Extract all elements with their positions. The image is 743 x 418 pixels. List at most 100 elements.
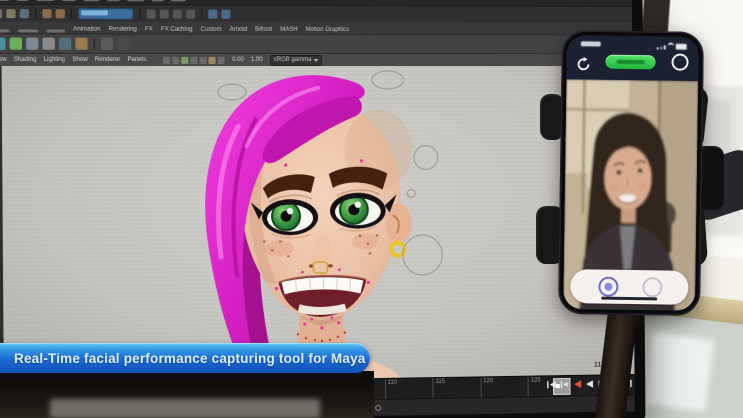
viewport-menu-bar: View Shading Lighting Show Renderer Pane… (0, 52, 633, 67)
viewport-menu-lighting[interactable]: Lighting (44, 57, 66, 63)
file-save-icon[interactable] (19, 8, 30, 18)
menu-text-smudge (36, 0, 55, 1)
mute-dot-icon[interactable] (375, 404, 382, 411)
app-bottom-bar (570, 269, 689, 305)
shelf-tab-fx-caching[interactable]: FX Caching (161, 27, 193, 33)
go-to-start-button[interactable] (546, 379, 556, 389)
window-pane-reflection (643, 332, 715, 412)
colorspace-dropdown[interactable]: sRGB gamma (269, 54, 323, 66)
menu-text-smudge (170, 0, 186, 2)
viewport-texture-icon[interactable] (190, 56, 198, 64)
menu-text-smudge (61, 0, 77, 1)
viewport-light-icon[interactable] (199, 56, 207, 64)
menu-text-smudge (0, 0, 10, 1)
selection-highlight (81, 9, 108, 15)
ipr-render-icon[interactable] (221, 9, 231, 19)
avatar-toggle-button[interactable] (598, 276, 619, 297)
shelf-tab-bar: Animation Rendering FX FX Caching Custom… (0, 21, 633, 35)
menu-text-smudge (151, 0, 164, 2)
viewport-menu-panels[interactable]: Panels (127, 57, 146, 63)
chevron-down-icon (314, 58, 319, 62)
toolbar-divider (70, 7, 73, 19)
snap-grid-icon[interactable] (146, 8, 156, 19)
shelf-cube-icon[interactable] (9, 37, 23, 50)
colorspace-label: sRGB gamma (273, 56, 312, 63)
signal-icon (660, 46, 663, 50)
shelf-tab-rendering[interactable]: Rendering (109, 27, 137, 33)
shelf-tab-smudge (46, 28, 66, 33)
viewport-menu-show[interactable]: Show (72, 57, 87, 63)
viewport-cam-icon[interactable] (163, 56, 171, 64)
undo-icon[interactable] (42, 8, 52, 18)
shelf-icon-row (0, 33, 633, 54)
snap-curve-icon[interactable] (159, 9, 169, 19)
shelf-tool-icon[interactable] (117, 37, 130, 50)
shelf-plane-icon[interactable] (42, 37, 55, 50)
status-bar-icons (656, 42, 687, 50)
camera-feed (563, 79, 699, 311)
shelf-sphere-icon[interactable] (0, 37, 6, 50)
viewport-grid-icon[interactable] (172, 56, 180, 64)
character-head-model[interactable] (167, 66, 469, 385)
render-icon[interactable] (208, 9, 218, 19)
step-back-frame-button[interactable] (559, 379, 569, 389)
shelf-tab-bifrost[interactable]: Bifrost (255, 27, 272, 33)
shelf-tab-custom[interactable]: Custom (201, 27, 222, 33)
viewport-isolate-icon[interactable] (217, 56, 226, 64)
record-ring-button[interactable] (671, 53, 689, 71)
shelf-tab-animation[interactable]: Animation (73, 26, 100, 32)
shelf-tab-motion-graphics[interactable]: Motion Graphics (306, 27, 350, 33)
home-indicator[interactable] (601, 296, 658, 301)
desk-surface (50, 399, 320, 418)
shelf-divider (93, 38, 95, 50)
shelf-cylinder-icon[interactable] (26, 37, 39, 50)
gamma-value[interactable]: 1.00 (251, 57, 263, 63)
snap-plane-icon[interactable] (185, 9, 196, 19)
switch-camera-button[interactable] (575, 56, 591, 72)
file-new-icon[interactable] (0, 8, 3, 18)
toolbar-divider (139, 7, 141, 20)
shelf-tab-smudge (0, 28, 10, 33)
redo-icon[interactable] (55, 8, 65, 18)
viewport-xray-icon[interactable] (208, 56, 217, 64)
app-top-bar (566, 35, 699, 81)
step-back-key-button[interactable] (571, 379, 581, 389)
toolbar-divider (35, 7, 37, 19)
file-open-icon[interactable] (6, 8, 16, 18)
viewport-icon-strip (163, 56, 226, 64)
viewport-menu-view[interactable]: View (0, 57, 7, 63)
menu-text-smudge (16, 0, 29, 1)
caption-banner: Real-Time facial performance capturing t… (0, 343, 370, 373)
toolbar-divider (201, 8, 203, 20)
connect-status-pill[interactable] (605, 54, 656, 70)
viewport-shade-icon[interactable] (181, 56, 189, 64)
menu-text-smudge (83, 0, 100, 2)
menu-text-smudge (106, 0, 120, 2)
phone (558, 30, 704, 316)
shelf-tool-icon[interactable] (100, 37, 114, 50)
viewport-menu-renderer[interactable]: Renderer (95, 57, 121, 63)
shelf-tab-fx[interactable]: FX (145, 27, 153, 33)
shelf-tab-smudge (17, 28, 39, 33)
viewport-menu-shading[interactable]: Shading (14, 57, 37, 63)
shutter-ring-button[interactable] (642, 277, 663, 298)
battery-icon (675, 43, 687, 50)
shelf-tab-arnold[interactable]: Arnold (230, 27, 247, 33)
wifi-icon (667, 42, 674, 50)
selection-field[interactable] (78, 7, 134, 20)
play-backward-button[interactable] (584, 379, 594, 389)
shelf-joint-icon[interactable] (75, 37, 88, 50)
snap-point-icon[interactable] (172, 9, 182, 19)
video-frame: Animation Rendering FX FX Caching Custom… (0, 0, 743, 418)
menu-text-smudge (127, 0, 145, 2)
face-capture-app (563, 35, 699, 311)
maya-status-toolbar (0, 3, 633, 23)
tool-box (0, 65, 4, 385)
shelf-curve-icon[interactable] (58, 37, 72, 50)
signal-icon (656, 47, 659, 50)
signal-icon (664, 45, 666, 50)
caption-text: Real-Time facial performance capturing t… (14, 350, 366, 366)
shelf-tab-mash[interactable]: MASH (280, 27, 297, 33)
exposure-value[interactable]: 0.00 (232, 57, 244, 63)
pill-text-smudge (616, 59, 645, 65)
